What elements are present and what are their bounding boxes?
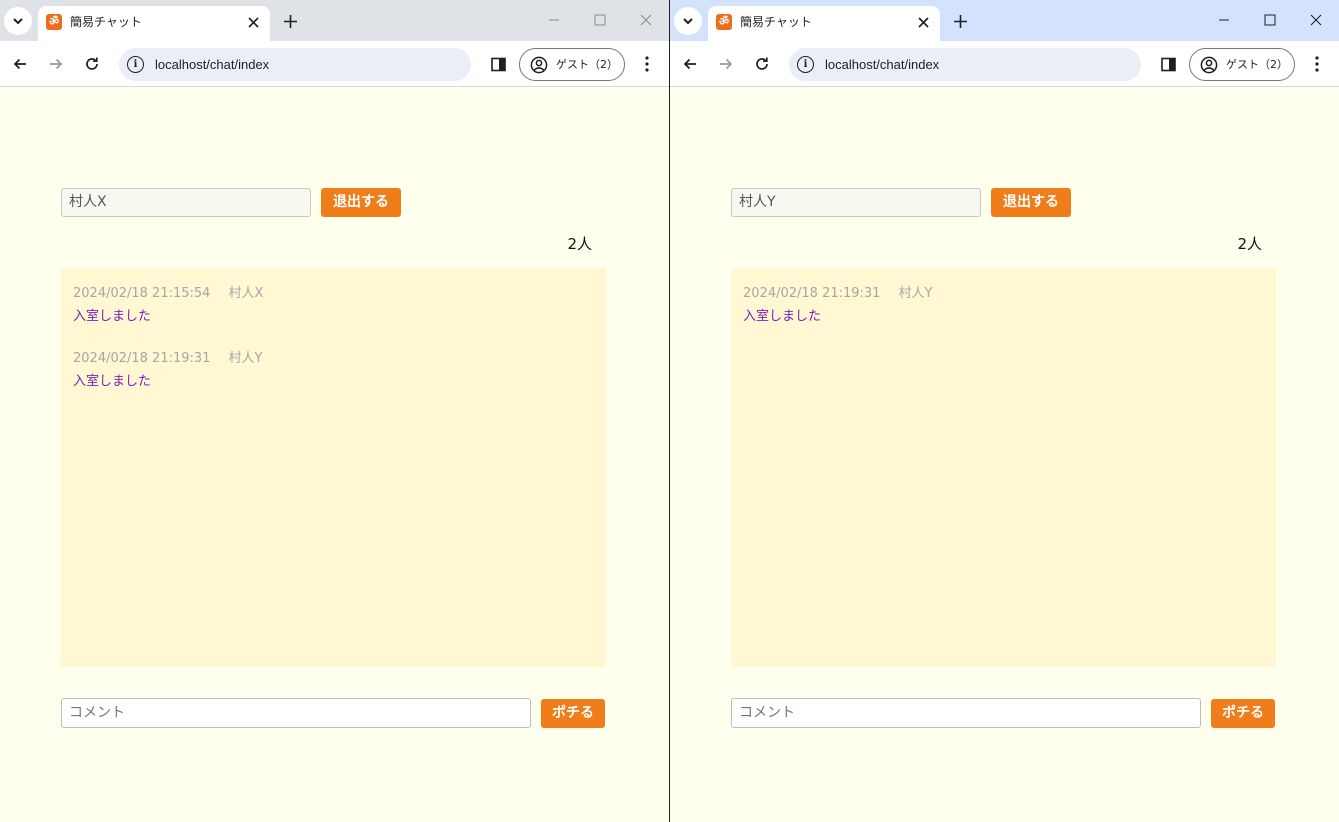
name-field[interactable]: 村人X — [61, 188, 311, 217]
browser-tab[interactable]: ॐ 簡易チャット — [38, 6, 270, 41]
forward-button[interactable] — [42, 50, 70, 78]
chat-page: 村人X 退出する 2人 2024/02/18 21:15:54 村人X 入室しまし… — [0, 88, 669, 822]
favicon-icon: ॐ — [716, 14, 732, 30]
more-menu-button[interactable] — [634, 50, 660, 78]
tab-title: 簡易チャット — [740, 15, 812, 29]
message-author: 村人X — [228, 286, 264, 301]
minimize-icon — [549, 19, 559, 21]
browser-tab[interactable]: ॐ 簡易チャット — [708, 6, 940, 41]
browser-toolbar: i localhost/chat/index ゲスト（2） — [0, 41, 669, 87]
close-icon — [247, 16, 259, 28]
reload-button[interactable] — [78, 50, 106, 78]
message-text: 入室しました — [73, 309, 152, 324]
side-panel-icon — [490, 57, 506, 71]
browser-toolbar: i localhost/chat/index ゲスト（2） — [670, 41, 1339, 87]
message-meta: 2024/02/18 21:19:31 村人Y — [73, 350, 262, 368]
tab-close-button[interactable] — [244, 13, 262, 31]
minimize-button[interactable] — [1208, 6, 1240, 34]
plus-icon — [283, 14, 297, 28]
message-meta: 2024/02/18 21:19:31 村人Y — [743, 285, 932, 303]
chat-message: 2024/02/18 21:19:31 村人Y 入室しました — [743, 285, 932, 326]
profile-icon — [1200, 56, 1218, 74]
maximize-button[interactable] — [584, 6, 616, 34]
side-panel-button[interactable] — [484, 50, 512, 78]
address-bar[interactable]: i localhost/chat/index — [789, 48, 1141, 81]
message-text: 入室しました — [73, 374, 152, 389]
close-icon — [1310, 14, 1322, 26]
maximize-icon — [594, 14, 606, 26]
profile-label: ゲスト（2） — [1226, 58, 1288, 71]
side-panel-icon — [1160, 57, 1176, 71]
chat-log[interactable]: 2024/02/18 21:15:54 村人X 入室しました 2024/02/18… — [61, 268, 606, 667]
chat-log[interactable]: 2024/02/18 21:19:31 村人Y 入室しました — [731, 268, 1276, 667]
forward-button[interactable] — [712, 50, 740, 78]
chevron-down-icon — [683, 18, 693, 25]
profile-icon — [530, 56, 548, 74]
reload-icon — [756, 57, 768, 70]
new-tab-button[interactable] — [948, 9, 972, 33]
window-close-button[interactable] — [630, 6, 662, 34]
tab-search-button[interactable] — [674, 7, 702, 35]
tab-search-button[interactable] — [4, 7, 32, 35]
back-button[interactable] — [676, 50, 704, 78]
message-timestamp: 2024/02/18 21:19:31 — [743, 286, 881, 301]
info-icon[interactable]: i — [127, 56, 144, 73]
back-icon — [13, 58, 26, 70]
post-button[interactable]: ポチる — [541, 699, 605, 728]
back-button[interactable] — [6, 50, 34, 78]
comment-input[interactable]: コメント — [731, 698, 1201, 728]
back-icon — [683, 58, 696, 70]
message-text: 入室しました — [743, 309, 822, 324]
message-author: 村人Y — [228, 351, 263, 366]
chat-page: 村人Y 退出する 2人 2024/02/18 21:19:31 村人Y 入室しまし… — [670, 88, 1339, 822]
tab-title: 簡易チャット — [70, 15, 142, 29]
chevron-down-icon — [13, 18, 23, 25]
member-count: 2人 — [567, 235, 592, 253]
close-icon — [917, 16, 929, 28]
profile-label: ゲスト（2） — [556, 58, 618, 71]
more-menu-icon — [645, 56, 649, 72]
more-menu-icon — [1315, 56, 1319, 72]
reload-icon — [86, 57, 98, 70]
window-close-button[interactable] — [1300, 6, 1332, 34]
leave-button[interactable]: 退出する — [321, 188, 401, 217]
profile-button[interactable]: ゲスト（2） — [1189, 48, 1295, 81]
member-count: 2人 — [1237, 235, 1262, 253]
forward-icon — [50, 58, 63, 70]
info-icon[interactable]: i — [797, 56, 814, 73]
message-timestamp: 2024/02/18 21:15:54 — [73, 286, 211, 301]
favicon-icon: ॐ — [46, 14, 62, 30]
forward-icon — [720, 58, 733, 70]
message-author: 村人Y — [898, 286, 933, 301]
chat-message: 2024/02/18 21:19:31 村人Y 入室しました — [73, 350, 262, 391]
minimize-icon — [1219, 19, 1229, 21]
more-menu-button[interactable] — [1304, 50, 1330, 78]
new-tab-button[interactable] — [278, 9, 302, 33]
url-text: localhost/chat/index — [825, 57, 940, 72]
maximize-button[interactable] — [1254, 6, 1286, 34]
comment-input[interactable]: コメント — [61, 698, 531, 728]
title-bar: ॐ 簡易チャット — [0, 0, 669, 41]
reload-button[interactable] — [748, 50, 776, 78]
profile-button[interactable]: ゲスト（2） — [519, 48, 625, 81]
side-panel-button[interactable] — [1154, 50, 1182, 78]
leave-button[interactable]: 退出する — [991, 188, 1071, 217]
browser-window-right: ॐ 簡易チャット i localhost/chat/index ゲスト（2） 村… — [670, 0, 1339, 822]
url-text: localhost/chat/index — [155, 57, 270, 72]
name-field[interactable]: 村人Y — [731, 188, 981, 217]
minimize-button[interactable] — [538, 6, 570, 34]
title-bar: ॐ 簡易チャット — [670, 0, 1339, 41]
tab-close-button[interactable] — [914, 13, 932, 31]
browser-window-left: ॐ 簡易チャット i localhost/chat/index ゲスト（2） 村… — [0, 0, 669, 822]
address-bar[interactable]: i localhost/chat/index — [119, 48, 471, 81]
close-icon — [640, 14, 652, 26]
maximize-icon — [1264, 14, 1276, 26]
post-button[interactable]: ポチる — [1211, 699, 1275, 728]
message-meta: 2024/02/18 21:15:54 村人X — [73, 285, 263, 303]
plus-icon — [953, 14, 967, 28]
message-timestamp: 2024/02/18 21:19:31 — [73, 351, 211, 366]
chat-message: 2024/02/18 21:15:54 村人X 入室しました — [73, 285, 263, 326]
